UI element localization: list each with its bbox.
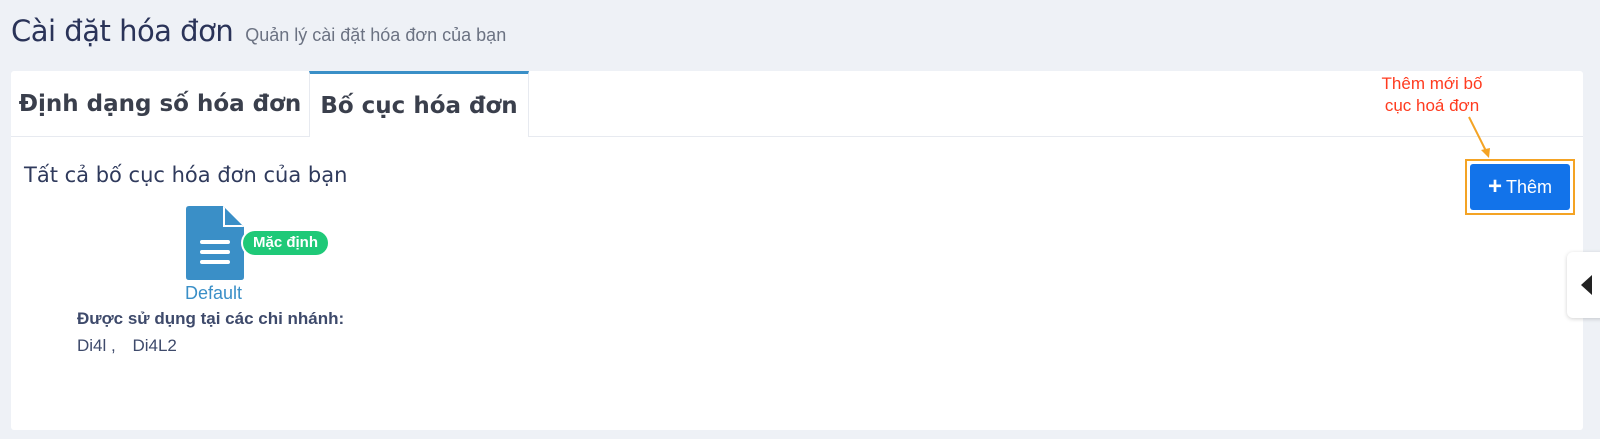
document-icon: [186, 206, 244, 280]
caret-left-icon: [1581, 275, 1592, 295]
annotation-line: Thêm mới bố: [1381, 74, 1483, 93]
section-title: Tất cả bố cục hóa đơn của bạn: [24, 163, 348, 187]
branches-list: Di4l , Di4L2: [77, 336, 177, 356]
add-layout-button[interactable]: + Thêm: [1470, 164, 1570, 210]
page-subtitle: Quản lý cài đặt hóa đơn của bạn: [245, 25, 507, 45]
page-header: Cài đặt hóa đơn Quản lý cài đặt hóa đơn …: [11, 14, 506, 48]
branches-label: Được sử dụng tại các chi nhánh:: [77, 309, 345, 328]
layout-name[interactable]: Default: [185, 283, 242, 304]
sidebar-toggle-button[interactable]: [1567, 252, 1600, 318]
settings-card: Định dạng số hóa đơn Bố cục hóa đơn Tất …: [11, 71, 1583, 430]
plus-icon: +: [1487, 173, 1502, 200]
tab-bar: Định dạng số hóa đơn Bố cục hóa đơn: [11, 71, 1583, 137]
branch-item: Di4L2: [132, 336, 177, 355]
tab-invoice-number-format[interactable]: Định dạng số hóa đơn: [11, 71, 309, 136]
add-annotation-label: Thêm mới bố cục hoá đơn: [1368, 73, 1496, 117]
tab-invoice-layout[interactable]: Bố cục hóa đơn: [309, 71, 529, 137]
layout-card-default[interactable]: Mặc định Default: [171, 204, 331, 304]
add-button-label: Thêm: [1506, 176, 1553, 197]
branch-item: Di4l ,: [77, 336, 116, 355]
annotation-line: cục hoá đơn: [1384, 96, 1480, 115]
page-title: Cài đặt hóa đơn: [11, 14, 234, 48]
default-badge: Mặc định: [243, 231, 329, 255]
annotation-arrow-icon: [1468, 116, 1490, 158]
